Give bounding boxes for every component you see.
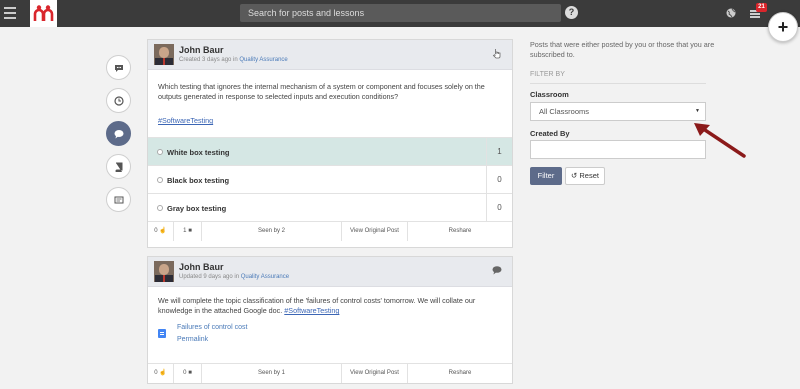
post-card: John Baur Updated 9 days ago in Quality …: [147, 256, 513, 384]
view-original-post-link[interactable]: View Original Post: [342, 364, 408, 383]
speech-bubble-icon: [114, 64, 123, 72]
created-by-label: Created By: [530, 129, 570, 138]
poll-option[interactable]: Black box testing 0: [148, 165, 512, 193]
permalink[interactable]: Permalink: [177, 336, 208, 343]
post-author[interactable]: John Baur: [179, 262, 224, 272]
like-button[interactable]: 0 ☝: [148, 364, 174, 383]
book-icon: [115, 162, 122, 172]
thumbs-up-icon: ☝: [159, 228, 167, 234]
globe-icon[interactable]: [726, 8, 736, 18]
annotation-arrow: [694, 123, 746, 158]
view-original-post-link[interactable]: View Original Post: [342, 222, 408, 241]
radio-button[interactable]: [157, 149, 163, 155]
nav-board-button[interactable]: [106, 187, 131, 212]
comment-count: 0: [183, 370, 187, 376]
classroom-select-value: All Classrooms: [539, 107, 590, 116]
attachment-title[interactable]: Failures of control cost: [177, 324, 247, 331]
post-classroom-link[interactable]: Quality Assurance: [241, 274, 289, 280]
post-hashtag[interactable]: #SoftwareTesting: [158, 116, 213, 125]
post-footer: 0 ☝ 0 ■ Seen by 1 View Original Post Res…: [148, 363, 512, 383]
avatar[interactable]: [154, 261, 174, 282]
help-icon[interactable]: ?: [565, 6, 578, 19]
nav-lessons-button[interactable]: [106, 154, 131, 179]
poll-option-label: Gray box testing: [167, 204, 227, 213]
poll-option-count: 0: [486, 194, 512, 221]
post-meta: Created 3 days ago in Quality Assurance: [179, 57, 288, 63]
google-doc-icon: [158, 329, 166, 338]
classroom-label: Classroom: [530, 90, 569, 99]
radio-button[interactable]: [157, 177, 163, 183]
comment-button[interactable]: 1 ■: [174, 222, 202, 241]
nav-discussions-button[interactable]: [106, 55, 131, 80]
board-icon: [114, 196, 123, 203]
comment-icon: [114, 129, 123, 138]
attachment[interactable]: Failures of control cost Permalink: [148, 324, 512, 354]
classroom-select[interactable]: All Classrooms ▼: [530, 102, 706, 121]
comment-icon: ■: [188, 228, 192, 234]
post-meta: Updated 9 days ago in Quality Assurance: [179, 274, 289, 280]
menu-icon[interactable]: [4, 7, 16, 19]
reshare-button[interactable]: Reshare: [408, 222, 512, 241]
created-by-input[interactable]: [530, 140, 706, 159]
undo-icon: ↺: [571, 171, 578, 180]
post-footer: 0 ☝ 1 ■ Seen by 2 View Original Post Res…: [148, 221, 512, 241]
hand-pointer-icon[interactable]: [492, 48, 502, 59]
search-input[interactable]: Search for posts and lessons: [240, 4, 561, 22]
comment-button[interactable]: 0 ■: [174, 364, 202, 383]
reset-label: Reset: [579, 171, 599, 180]
app-logo[interactable]: [30, 0, 57, 27]
post-timestamp: Updated 9 days ago in: [179, 274, 240, 280]
poll-option[interactable]: White box testing 1: [148, 137, 512, 165]
thumbs-up-icon: ☝: [159, 370, 167, 376]
filter-by-heading: FILTER BY: [530, 71, 706, 84]
post-hashtag[interactable]: #SoftwareTesting: [284, 306, 339, 315]
post-body: We will complete the topic classificatio…: [148, 287, 512, 316]
post-card: John Baur Created 3 days ago in Quality …: [147, 39, 513, 248]
avatar[interactable]: [154, 44, 174, 65]
post-text: Which testing that ignores the internal …: [158, 82, 485, 101]
post-author[interactable]: John Baur: [179, 45, 224, 55]
comment-icon: ■: [188, 370, 192, 376]
post-header: John Baur Updated 9 days ago in Quality …: [148, 257, 512, 287]
post-header: John Baur Created 3 days ago in Quality …: [148, 40, 512, 70]
seen-by-link[interactable]: Seen by 2: [202, 222, 342, 241]
post-timestamp: Created 3 days ago in: [179, 57, 238, 63]
poll-option-label: Black box testing: [167, 176, 230, 185]
like-button[interactable]: 0 ☝: [148, 222, 174, 241]
reshare-button[interactable]: Reshare: [408, 364, 512, 383]
filter-info-text: Posts that were either posted by you or …: [530, 40, 715, 59]
post-classroom-link[interactable]: Quality Assurance: [239, 57, 287, 63]
nav-recent-button[interactable]: [106, 88, 131, 113]
like-count: 0: [154, 228, 158, 234]
top-bar: Search for posts and lessons ? 21: [0, 0, 800, 27]
reset-button[interactable]: ↺ Reset: [565, 167, 605, 185]
poll-option-count: 1: [486, 138, 512, 165]
clock-icon: [113, 95, 124, 106]
nav-posts-button[interactable]: [106, 121, 131, 146]
poll-option[interactable]: Gray box testing 0: [148, 193, 512, 221]
filter-button[interactable]: Filter: [530, 167, 562, 185]
post-body: Which testing that ignores the internal …: [148, 70, 512, 126]
seen-by-link[interactable]: Seen by 1: [202, 364, 342, 383]
like-count: 0: [154, 370, 158, 376]
notification-badge: 21: [756, 3, 767, 12]
radio-button[interactable]: [157, 205, 163, 211]
poll-option-label: White box testing: [167, 148, 230, 157]
comment-count: 1: [183, 228, 187, 234]
poll-option-count: 0: [486, 166, 512, 193]
speech-bubble-icon[interactable]: [492, 265, 502, 275]
create-button[interactable]: +: [768, 12, 798, 42]
